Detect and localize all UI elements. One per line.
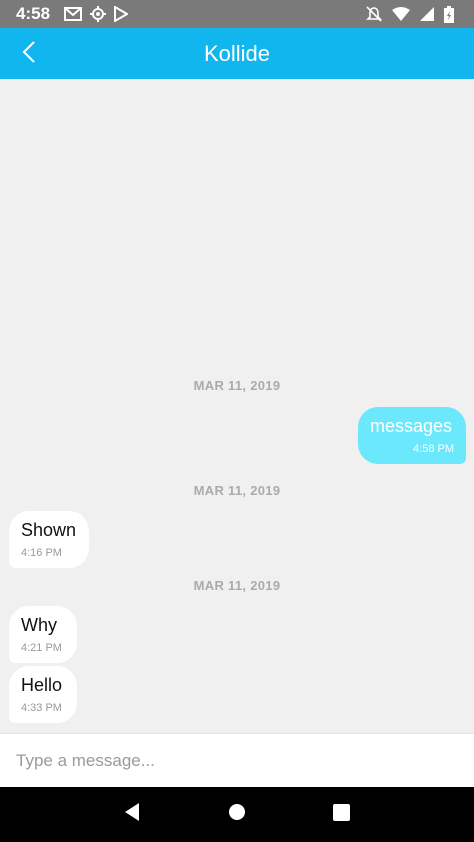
recents-square-icon [333,803,351,826]
message-text: messages [370,416,453,436]
date-separator: MAR 11, 2019 [193,578,281,593]
signal-icon [420,7,434,21]
chat-title: Kollide [203,40,271,66]
status-time: 4:58 [16,4,51,23]
incoming-message[interactable]: Shown 4:16 PM [9,511,89,568]
message-text: Why [21,615,57,635]
outgoing-message[interactable]: messages 4:58 PM [358,407,466,464]
message-time: 4:33 PM [21,702,62,714]
date-separator: MAR 11, 2019 [193,378,281,393]
message-time: 4:16 PM [21,547,62,559]
status-left-icons [64,6,129,22]
message-time: 4:21 PM [21,642,62,654]
message-input[interactable] [0,734,474,787]
chat-screen: 4:58 Kollide MAR 11, 2019 messages 4:58 … [0,0,474,842]
play-store-icon [114,6,129,22]
message-composer [0,733,474,787]
wifi-icon [392,7,410,21]
message-text: Hello [21,675,63,695]
back-triangle-icon [123,802,141,827]
status-bar: 4:58 [0,0,474,28]
system-nav-bar [0,787,474,842]
message-list[interactable]: MAR 11, 2019 messages 4:58 PM MAR 11, 20… [0,79,474,733]
back-button[interactable] [14,38,44,70]
date-separator: MAR 11, 2019 [193,483,281,498]
message-text: Shown [21,520,77,540]
status-right-icons [366,5,454,23]
gmail-icon [64,7,83,21]
message-time: 4:58 PM [413,443,454,455]
battery-icon [444,5,454,23]
nav-back-button[interactable] [112,795,152,835]
location-target-icon [90,6,107,22]
nav-home-button[interactable] [217,795,257,835]
home-circle-icon [228,803,246,826]
incoming-message[interactable]: Why 4:21 PM [9,606,77,663]
notifications-off-icon [366,6,382,22]
app-bar: Kollide [0,28,474,79]
chevron-left-icon [22,40,36,69]
nav-recents-button[interactable] [322,795,362,835]
incoming-message[interactable]: Hello 4:33 PM [9,666,77,723]
